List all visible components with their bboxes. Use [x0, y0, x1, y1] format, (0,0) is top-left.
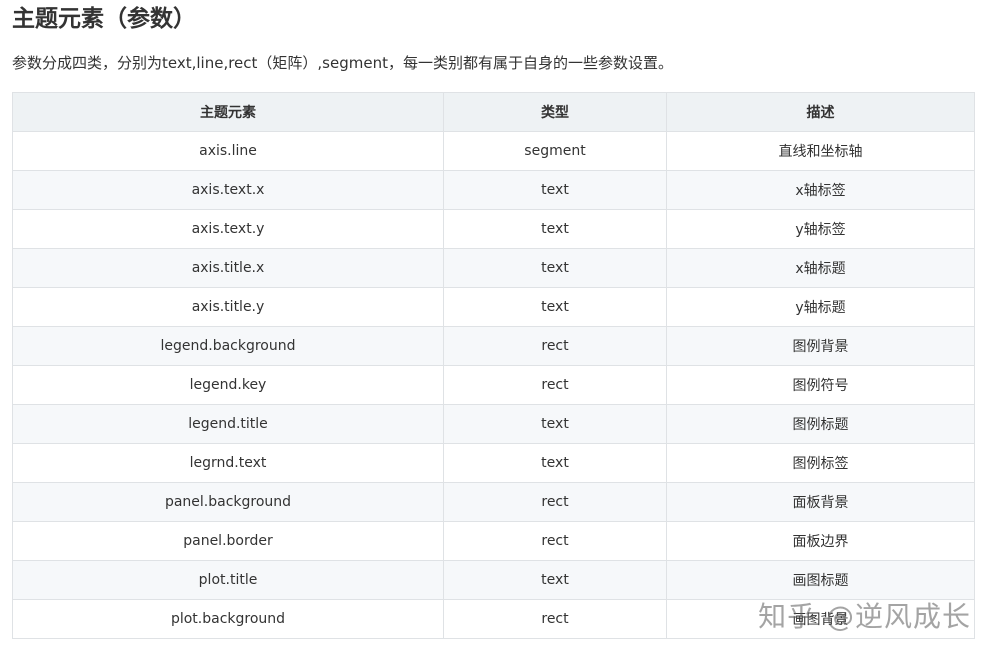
cell-type: text [443, 248, 667, 288]
cell-description: 面板背景 [666, 482, 975, 522]
cell-description: 图例符号 [666, 365, 975, 405]
cell-type: segment [443, 131, 667, 171]
cell-type: text [443, 404, 667, 444]
theme-elements-table: 主题元素 类型 描述 axis.line segment 直线和坐标轴 axis… [12, 92, 975, 639]
cell-description: 画图标题 [666, 560, 975, 600]
cell-description: x轴标签 [666, 170, 975, 210]
cell-element: axis.text.x [12, 170, 444, 210]
table-row: legend.background rect 图例背景 [12, 326, 975, 366]
cell-element: legend.title [12, 404, 444, 444]
cell-description: 图例标签 [666, 443, 975, 483]
table-row: axis.text.y text y轴标签 [12, 209, 975, 249]
section-heading: 主题元素（参数） [12, 6, 196, 32]
cell-description: 图例背景 [666, 326, 975, 366]
cell-element: axis.title.y [12, 287, 444, 327]
cell-type: text [443, 560, 667, 600]
cell-type: text [443, 287, 667, 327]
cell-description: 画图背景 [666, 599, 975, 639]
cell-element: legrnd.text [12, 443, 444, 483]
table-row: axis.text.x text x轴标签 [12, 170, 975, 210]
header-element: 主题元素 [12, 92, 444, 132]
table-row: plot.title text 画图标题 [12, 560, 975, 600]
cell-type: rect [443, 521, 667, 561]
table-row: panel.border rect 面板边界 [12, 521, 975, 561]
header-type: 类型 [443, 92, 667, 132]
header-description: 描述 [666, 92, 975, 132]
cell-description: x轴标题 [666, 248, 975, 288]
cell-type: text [443, 443, 667, 483]
cell-type: rect [443, 599, 667, 639]
table-row: axis.title.x text x轴标题 [12, 248, 975, 288]
table-row: plot.background rect 画图背景 [12, 599, 975, 639]
cell-description: y轴标签 [666, 209, 975, 249]
cell-element: panel.border [12, 521, 444, 561]
cell-description: 直线和坐标轴 [666, 131, 975, 171]
cell-type: rect [443, 482, 667, 522]
cell-description: 图例标题 [666, 404, 975, 444]
table-row: panel.background rect 面板背景 [12, 482, 975, 522]
cell-element: legend.key [12, 365, 444, 405]
cell-element: legend.background [12, 326, 444, 366]
table-row: legend.title text 图例标题 [12, 404, 975, 444]
cell-type: text [443, 170, 667, 210]
cell-element: plot.title [12, 560, 444, 600]
cell-type: rect [443, 326, 667, 366]
cell-element: axis.line [12, 131, 444, 171]
table-row: axis.title.y text y轴标题 [12, 287, 975, 327]
table-row: legend.key rect 图例符号 [12, 365, 975, 405]
intro-paragraph: 参数分成四类，分别为text,line,rect（矩阵）,segment，每一类… [12, 54, 673, 72]
cell-description: 面板边界 [666, 521, 975, 561]
cell-element: axis.text.y [12, 209, 444, 249]
cell-description: y轴标题 [666, 287, 975, 327]
table-row: axis.line segment 直线和坐标轴 [12, 131, 975, 171]
cell-type: text [443, 209, 667, 249]
cell-element: plot.background [12, 599, 444, 639]
cell-type: rect [443, 365, 667, 405]
cell-element: axis.title.x [12, 248, 444, 288]
table-header-row: 主题元素 类型 描述 [12, 92, 975, 132]
cell-element: panel.background [12, 482, 444, 522]
table-row: legrnd.text text 图例标签 [12, 443, 975, 483]
